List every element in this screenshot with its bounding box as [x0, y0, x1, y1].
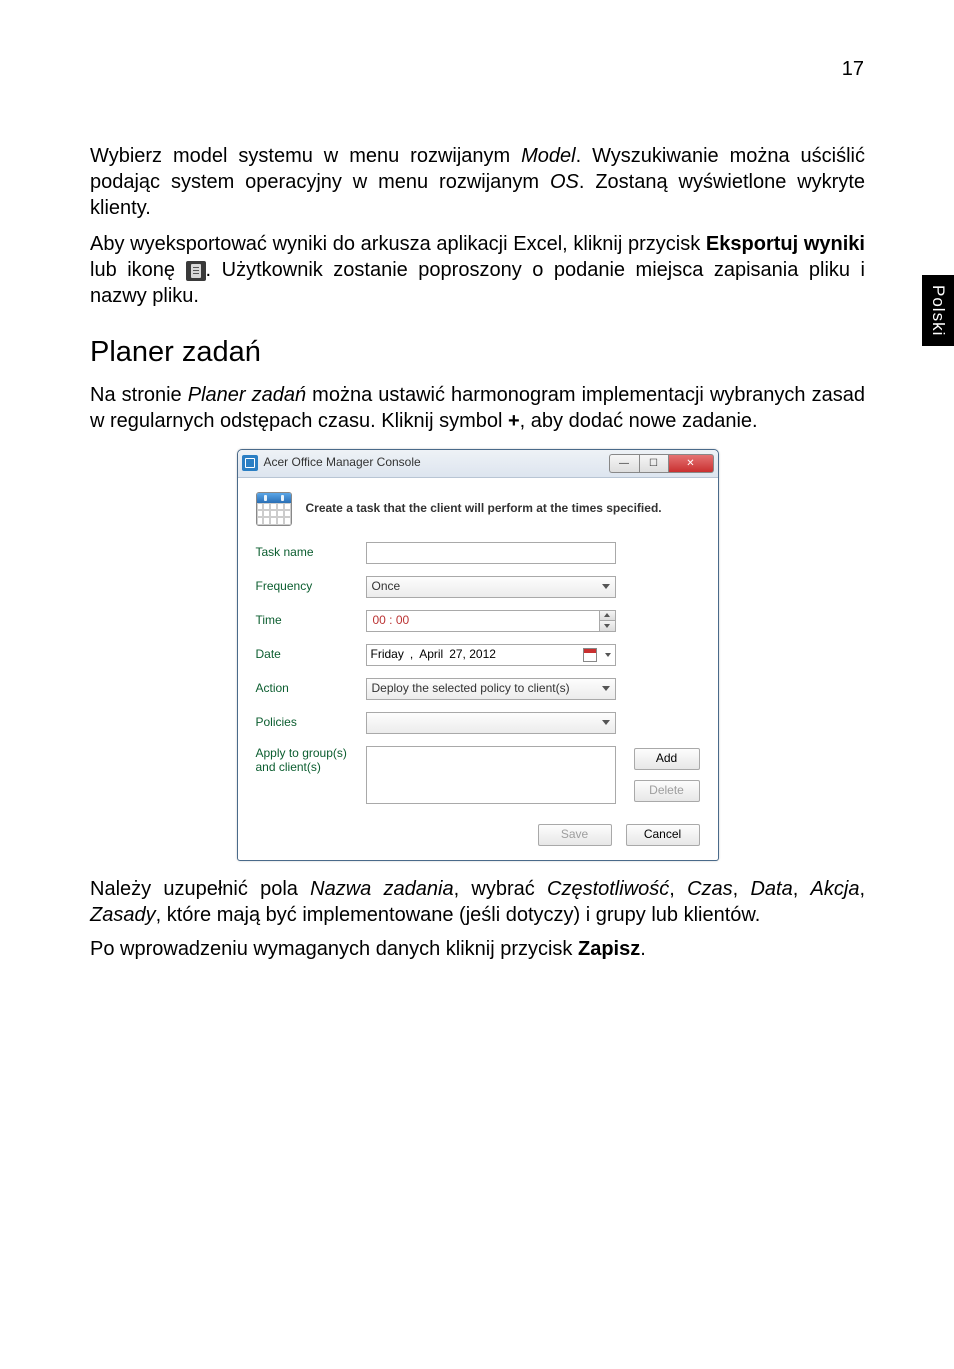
text: , [793, 878, 811, 900]
language-side-tab: Polski [922, 275, 954, 346]
text: lub ikonę [90, 259, 186, 281]
label-date: Date [256, 647, 366, 663]
text: Wybierz model systemu w menu rozwijanym [90, 145, 521, 167]
row-date: Date Friday , April 27, 2012 [256, 644, 700, 666]
date-day: Friday [371, 647, 404, 663]
footer-buttons: Save Cancel [256, 824, 700, 846]
date-num: 27, 2012 [449, 647, 496, 663]
row-task-name: Task name [256, 542, 700, 564]
heading-planer-zadan: Planer zadań [90, 334, 865, 372]
chevron-down-icon [602, 584, 610, 589]
calendar-icon [256, 492, 292, 526]
label-action: Action [256, 681, 366, 697]
add-button[interactable]: Add [634, 748, 700, 770]
paragraph-save: Po wprowadzeniu wymaganych danych klikni… [90, 936, 865, 962]
policies-select[interactable] [366, 712, 616, 734]
window-body: Create a task that the client will perfo… [238, 478, 718, 860]
label-time: Time [256, 613, 366, 629]
text: Po wprowadzeniu wymaganych danych klikni… [90, 938, 578, 960]
frequency-value: Once [372, 579, 401, 595]
delete-button[interactable]: Delete [634, 780, 700, 802]
italic-czestotliwosc: Częstotliwość [547, 878, 669, 900]
apply-listbox[interactable] [366, 746, 616, 804]
action-select[interactable]: Deploy the selected policy to client(s) [366, 678, 616, 700]
italic-akcja: Akcja [811, 878, 860, 900]
row-frequency: Frequency Once [256, 576, 700, 598]
window-header-text: Create a task that the client will perfo… [306, 501, 662, 517]
row-apply: Apply to group(s) and client(s) Add Dele… [256, 746, 700, 804]
text: , [669, 878, 687, 900]
frequency-select[interactable]: Once [366, 576, 616, 598]
text: , które mają być implementowane (jeśli d… [156, 904, 761, 926]
text: . [640, 938, 646, 960]
text: Należy uzupełnić pola [90, 878, 310, 900]
italic-os: OS [550, 171, 579, 193]
maximize-button[interactable]: ☐ [639, 454, 669, 473]
window-header: Create a task that the client will perfo… [256, 492, 700, 526]
text: , aby dodać nowe zadanie. [520, 410, 758, 432]
row-time: Time 00 : 00 [256, 610, 700, 632]
italic-zasady: Zasady [90, 904, 156, 926]
apply-buttons: Add Delete [634, 748, 700, 802]
text: . Użytkownik zostanie poproszony o podan… [90, 259, 865, 307]
task-name-input[interactable] [366, 542, 616, 564]
label-policies: Policies [256, 715, 366, 731]
italic-czas: Czas [687, 878, 733, 900]
chevron-down-icon [605, 653, 611, 657]
label-apply: Apply to group(s) and client(s) [256, 746, 366, 775]
chevron-down-icon [602, 720, 610, 725]
save-button[interactable]: Save [538, 824, 612, 846]
time-value: 00 : 00 [373, 613, 410, 629]
time-spinner[interactable] [599, 611, 615, 631]
page-number: 17 [842, 58, 864, 81]
action-value: Deploy the selected policy to client(s) [372, 681, 570, 697]
bold-export: Eksportuj wyniki [706, 233, 865, 255]
paragraph-export: Aby wyeksportować wyniki do arkusza apli… [90, 231, 865, 309]
document-content: Wybierz model systemu w menu rozwijanym … [90, 143, 865, 970]
text: Aby wyeksportować wyniki do arkusza apli… [90, 233, 706, 255]
window-title: Acer Office Manager Console [264, 455, 421, 471]
label-task-name: Task name [256, 545, 366, 561]
time-input[interactable]: 00 : 00 [366, 610, 616, 632]
text: Na stronie [90, 384, 188, 406]
date-month: April [419, 647, 443, 663]
titlebar: Acer Office Manager Console — ☐ ✕ [238, 450, 718, 478]
spinner-down[interactable] [600, 621, 615, 631]
text: , [733, 878, 751, 900]
paragraph-model-os: Wybierz model systemu w menu rozwijanym … [90, 143, 865, 221]
spinner-up[interactable] [600, 611, 615, 622]
italic-nazwa: Nazwa zadania [310, 878, 453, 900]
date-sep: , [410, 647, 413, 663]
chevron-down-icon [602, 686, 610, 691]
document-icon [186, 261, 206, 281]
paragraph-planer-intro: Na stronie Planer zadań można ustawić ha… [90, 382, 865, 434]
app-icon [242, 455, 258, 471]
italic-data: Data [750, 878, 792, 900]
close-button[interactable]: ✕ [669, 454, 714, 473]
dialog-window: Acer Office Manager Console — ☐ ✕ Create… [237, 449, 719, 861]
italic-model: Model [521, 145, 575, 167]
bold-zapisz: Zapisz [578, 938, 640, 960]
italic-planer: Planer zadań [188, 384, 306, 406]
text: , wybrać [454, 878, 547, 900]
row-action: Action Deploy the selected policy to cli… [256, 678, 700, 700]
cancel-button[interactable]: Cancel [626, 824, 700, 846]
label-frequency: Frequency [256, 579, 366, 595]
date-input[interactable]: Friday , April 27, 2012 [366, 644, 616, 666]
minimize-button[interactable]: — [609, 454, 639, 473]
paragraph-fields: Należy uzupełnić pola Nazwa zadania, wyb… [90, 876, 865, 928]
bold-plus: + [508, 410, 520, 432]
calendar-picker-icon[interactable] [583, 648, 597, 662]
window-controls: — ☐ ✕ [609, 454, 714, 473]
row-policies: Policies [256, 712, 700, 734]
text: , [859, 878, 865, 900]
